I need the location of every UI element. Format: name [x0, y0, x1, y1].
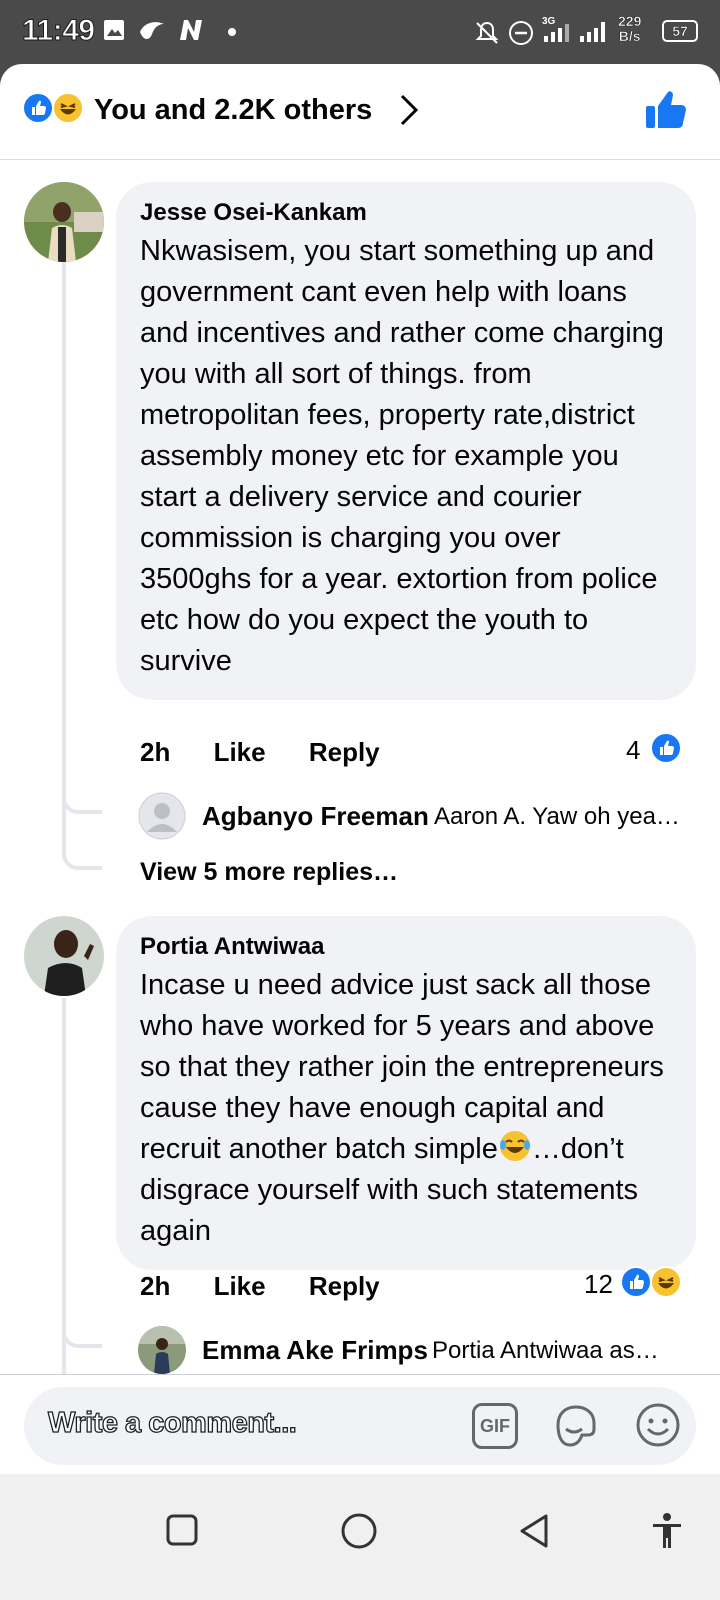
- avatar[interactable]: [138, 1326, 186, 1374]
- reply-button[interactable]: Reply: [309, 1271, 380, 1301]
- like-thumb-icon[interactable]: [644, 88, 688, 132]
- status-bar: 11:49 3G 229 B/s 57: [0, 0, 720, 64]
- battery-indicator: 57: [662, 20, 698, 42]
- thread-line: [62, 262, 66, 842]
- tears-of-joy-emoji-icon: [498, 1129, 532, 1163]
- gif-button[interactable]: GIF: [472, 1403, 518, 1449]
- comments-sheet: You and 2.2K others Jesse Osei-Kankam Nk…: [0, 64, 720, 1600]
- comment-actions: 2h Like Reply: [140, 737, 416, 768]
- reply-button[interactable]: Reply: [309, 737, 380, 767]
- reply-preview[interactable]: Emma Ake Frimps Portia Antwiwaa as…: [138, 1326, 698, 1376]
- mute-icon: [475, 21, 499, 44]
- news-notification-icon: [180, 20, 202, 40]
- comment-time: 2h: [140, 737, 171, 767]
- svg-text:3G: 3G: [542, 16, 556, 27]
- avatar[interactable]: [24, 182, 104, 262]
- emoji-icon[interactable]: [634, 1401, 682, 1449]
- app-notification-icon: [140, 22, 164, 39]
- like-icon: [650, 732, 682, 764]
- comment-composer-bar: Write a comment... GIF: [0, 1374, 720, 1474]
- sticker-icon[interactable]: [552, 1401, 600, 1451]
- thread-hook: [62, 786, 102, 814]
- reaction-count[interactable]: 12: [584, 1269, 613, 1300]
- reaction-count[interactable]: 4: [626, 735, 640, 766]
- comment-text: Nkwasisem, you start something up and go…: [140, 235, 664, 677]
- like-button[interactable]: Like: [214, 1271, 266, 1301]
- signal-bars-icon: [580, 22, 605, 42]
- thread-line: [62, 998, 66, 1438]
- view-more-replies-link[interactable]: View 5 more replies…: [140, 858, 398, 887]
- chevron-right-icon: [400, 94, 419, 126]
- avatar[interactable]: [24, 916, 104, 996]
- reply-preview[interactable]: Agbanyo Freeman Aaron A. Yaw oh yea…: [138, 792, 698, 842]
- more-notifications-dot: [228, 28, 236, 36]
- reply-author: Emma Ake Frimps: [202, 1335, 428, 1365]
- comment-actions: 2h Like Reply: [140, 1271, 416, 1302]
- comment-bubble[interactable]: Portia Antwiwaa Incase u need advice jus…: [116, 916, 696, 1270]
- comment-text: Incase u need advice just sack all those…: [140, 965, 672, 1252]
- comment-input-placeholder: Write a comment...: [47, 1406, 297, 1439]
- comment-time: 2h: [140, 1271, 171, 1301]
- back-icon[interactable]: [516, 1512, 552, 1550]
- haha-icon: [52, 92, 84, 124]
- comment-bubble[interactable]: Jesse Osei-Kankam Nkwasisem, you start s…: [116, 182, 696, 700]
- reply-snippet: Aaron A. Yaw oh yea…: [434, 803, 680, 830]
- signal-3g-icon: 3G: [542, 16, 569, 42]
- recent-apps-icon[interactable]: [164, 1512, 200, 1548]
- network-speed-unit: B/s: [618, 28, 641, 44]
- status-time: 11:49: [22, 14, 96, 48]
- do-not-disturb-icon: [509, 21, 533, 45]
- reply-snippet: Portia Antwiwaa as…: [432, 1337, 659, 1364]
- system-navigation-bar: [0, 1474, 720, 1600]
- accessibility-icon[interactable]: [650, 1512, 684, 1550]
- reply-author: Agbanyo Freeman: [202, 801, 429, 831]
- reactions-summary-text: You and 2.2K others: [94, 94, 373, 126]
- thread-hook: [62, 1320, 102, 1348]
- haha-icon: [650, 1266, 682, 1298]
- network-speed-value: 229: [618, 13, 642, 29]
- comment-input[interactable]: Write a comment... GIF: [24, 1387, 696, 1465]
- network-speed: 229 B/s: [618, 13, 642, 44]
- reactions-summary[interactable]: You and 2.2K others: [0, 64, 720, 160]
- thread-hook: [62, 842, 102, 870]
- home-icon[interactable]: [340, 1512, 378, 1550]
- comment-author[interactable]: Portia Antwiwaa: [140, 932, 672, 962]
- like-icon: [22, 92, 54, 124]
- like-button[interactable]: Like: [214, 737, 266, 767]
- like-icon: [620, 1266, 652, 1298]
- comment-author[interactable]: Jesse Osei-Kankam: [140, 198, 672, 228]
- avatar[interactable]: [138, 792, 186, 840]
- gallery-notification-icon: [104, 20, 124, 40]
